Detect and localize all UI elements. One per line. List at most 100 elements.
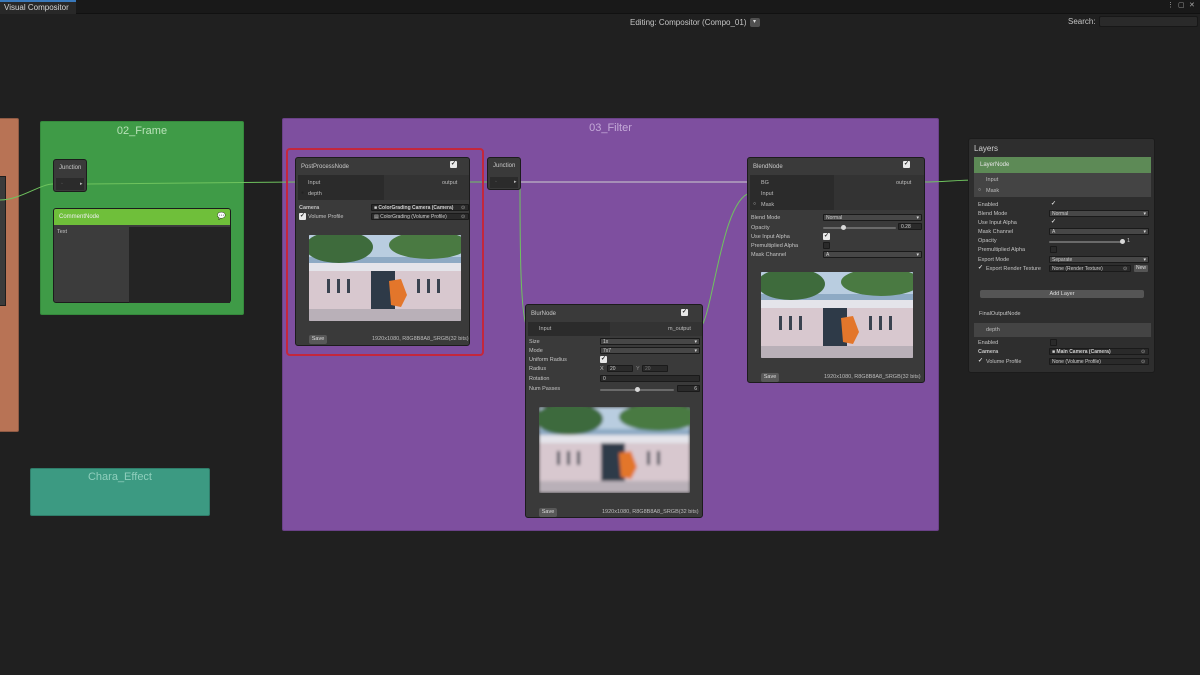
- opacity-slider-handle[interactable]: [840, 225, 846, 230]
- rotation-field[interactable]: 0: [600, 375, 700, 382]
- close-icon[interactable]: ✕: [1189, 2, 1196, 10]
- premultiplied-alpha-checkbox[interactable]: [823, 242, 830, 249]
- input-port-label[interactable]: Input: [539, 326, 551, 332]
- opacity-slider-handle[interactable]: [1119, 239, 1125, 244]
- size-dropdown[interactable]: 1x ▾: [600, 338, 700, 345]
- save-button[interactable]: Save: [309, 335, 327, 344]
- editing-selector[interactable]: Editing: Compositor (Compo_01) ▾: [630, 18, 760, 27]
- enabled-checkbox[interactable]: ✓: [1050, 201, 1057, 208]
- depth-port-label[interactable]: depth: [308, 191, 322, 197]
- node-enabled-checkbox[interactable]: ✓: [903, 161, 910, 168]
- kebab-menu-icon[interactable]: ⋮: [1167, 2, 1174, 10]
- chevron-down-icon: ▾: [1143, 257, 1146, 263]
- editing-label: Editing: Compositor (Compo_01): [630, 18, 747, 27]
- object-picker-icon[interactable]: ⊙: [461, 205, 467, 210]
- export-rt-checkbox[interactable]: ✓: [977, 265, 984, 272]
- export-mode-label: Export Mode: [978, 257, 1010, 263]
- output-port-label[interactable]: output: [896, 180, 911, 186]
- export-rt-field[interactable]: None (Render Texture) ⊙: [1049, 265, 1131, 272]
- blend-mode-dropdown[interactable]: Normal ▾: [1049, 210, 1149, 217]
- bg-port-label[interactable]: BG: [761, 180, 769, 186]
- junction-node-left[interactable]: Junction ◦ ▸: [53, 159, 87, 192]
- comment-text-area[interactable]: [129, 227, 230, 303]
- mode-label: Mode: [529, 348, 543, 354]
- output-port-label[interactable]: output: [442, 180, 457, 186]
- window-tab-bar: Visual Compositor ⋮ ▢ ✕: [0, 0, 1200, 14]
- output-port-label[interactable]: m_output: [668, 326, 691, 332]
- final-volume-field[interactable]: None (Volume Profile) ⊙: [1049, 358, 1149, 365]
- input-port-icon[interactable]: ◦: [61, 181, 63, 187]
- uniform-radius-checkbox[interactable]: ✓: [600, 356, 607, 363]
- camera-field[interactable]: ■ ColorGrading Camera (Camera) ⊙: [371, 204, 469, 211]
- blur-node[interactable]: BlurNode ✓ Input m_output Size 1x ▾ Mode …: [525, 304, 703, 518]
- save-button[interactable]: Save: [539, 508, 557, 517]
- final-enabled-checkbox[interactable]: [1050, 339, 1057, 346]
- layer-input-port[interactable]: Input: [986, 176, 998, 184]
- input-port-label[interactable]: Input: [308, 180, 320, 186]
- use-input-alpha-label: Use Input Alpha: [978, 220, 1017, 226]
- new-render-texture-button[interactable]: New: [1134, 265, 1148, 272]
- final-output-node-label[interactable]: FinalOutputNode: [979, 311, 1021, 317]
- blend-mode-dropdown[interactable]: Normal ▾: [823, 214, 922, 221]
- maximize-icon[interactable]: ▢: [1178, 2, 1185, 10]
- num-passes-field[interactable]: 6: [677, 385, 700, 392]
- object-picker-icon[interactable]: ⊙: [461, 214, 467, 219]
- premultiplied-alpha-label: Premultiplied Alpha: [751, 243, 799, 249]
- input-port-label[interactable]: Input: [761, 191, 773, 197]
- comment-node[interactable]: CommentNode 💬 Text: [53, 208, 231, 303]
- use-input-alpha-checkbox[interactable]: ✓: [823, 233, 830, 240]
- final-volume-checkbox[interactable]: ✓: [977, 358, 984, 365]
- object-picker-icon[interactable]: ⊙: [1141, 359, 1147, 364]
- object-picker-icon[interactable]: ⊙: [1141, 349, 1147, 354]
- node-enabled-checkbox[interactable]: ✓: [450, 161, 457, 168]
- input-port-icon[interactable]: ◦: [495, 179, 497, 185]
- search-input[interactable]: [1099, 16, 1198, 27]
- radius-y-field[interactable]: 20: [642, 365, 668, 372]
- opacity-field[interactable]: 0.28: [898, 223, 922, 230]
- mask-port-icon[interactable]: ○: [753, 201, 756, 207]
- mode-dropdown[interactable]: 7x7 ▾: [600, 347, 700, 354]
- num-passes-slider-handle[interactable]: [634, 387, 640, 392]
- save-button[interactable]: Save: [761, 373, 779, 382]
- mask-channel-dropdown[interactable]: A ▾: [1049, 228, 1149, 235]
- blend-node[interactable]: BlendNode ✓ BG Input ○ Mask output Blend…: [747, 157, 925, 383]
- export-mode-dropdown[interactable]: Separate ▾: [1049, 256, 1149, 263]
- premultiplied-alpha-checkbox[interactable]: [1050, 246, 1057, 253]
- output-ports: output: [384, 175, 469, 200]
- input-port-icon[interactable]: ●: [301, 190, 304, 196]
- junction-node-mid[interactable]: Junction ◦ ▸: [487, 157, 521, 190]
- mask-port-icon[interactable]: ○: [978, 186, 981, 194]
- volume-enabled-checkbox[interactable]: ✓: [299, 213, 306, 220]
- camera-icon: ■: [1052, 349, 1056, 355]
- tab-visual-compositor[interactable]: Visual Compositor: [0, 0, 76, 14]
- mask-channel-dropdown[interactable]: A ▾: [823, 251, 922, 258]
- mask-channel-label: Mask Channel: [751, 252, 787, 258]
- radius-y-label: Y: [636, 366, 640, 372]
- layer-mask-port[interactable]: Mask: [986, 187, 999, 195]
- comment-bubble-icon[interactable]: 💬: [217, 212, 226, 220]
- final-camera-field[interactable]: ■ Main Camera (Camera) ⊙: [1049, 348, 1149, 355]
- preview-image: [309, 235, 461, 321]
- blend-mode-label: Blend Mode: [978, 211, 1008, 217]
- chevron-down-icon[interactable]: ▾: [749, 18, 760, 27]
- add-layer-button[interactable]: Add Layer: [980, 290, 1144, 298]
- layer-node-item[interactable]: LayerNode: [974, 157, 1151, 173]
- preview-image: [539, 407, 690, 493]
- output-port-icon[interactable]: ▸: [514, 179, 517, 185]
- node-enabled-checkbox[interactable]: ✓: [681, 309, 688, 316]
- radius-x-field[interactable]: 20: [607, 365, 633, 372]
- volume-field[interactable]: ▤ ColorGrading (Volume Profile) ⊙: [371, 213, 469, 220]
- final-output-ports: depth: [974, 323, 1151, 337]
- mask-port-label[interactable]: Mask: [761, 202, 774, 208]
- opacity-slider[interactable]: [1049, 241, 1122, 243]
- output-port-icon[interactable]: ▸: [80, 181, 83, 187]
- object-picker-icon[interactable]: ⊙: [1123, 266, 1129, 271]
- junction-ports: ◦ ▸: [56, 178, 84, 190]
- depth-port-label[interactable]: depth: [986, 326, 1000, 334]
- postprocess-node[interactable]: PostProcessNode ✓ Input ● depth output C…: [295, 157, 470, 346]
- group-chara-effect[interactable]: Chara_Effect: [30, 468, 210, 516]
- opacity-slider[interactable]: [823, 227, 896, 229]
- use-input-alpha-checkbox[interactable]: ✓: [1050, 219, 1057, 226]
- mask-channel-label: Mask Channel: [978, 229, 1014, 235]
- radius-y-value: 20: [645, 366, 651, 372]
